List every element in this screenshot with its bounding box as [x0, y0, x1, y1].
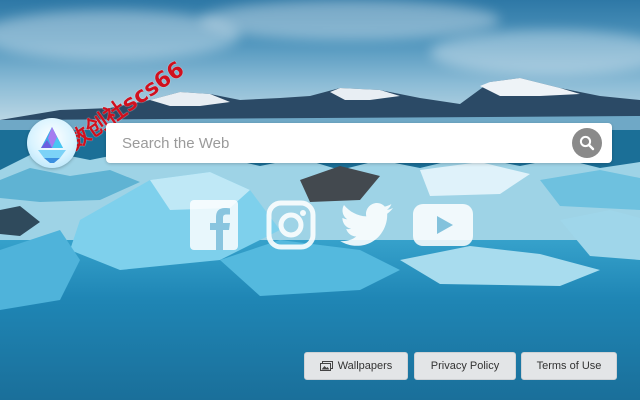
instagram-link[interactable]: [266, 200, 316, 255]
search-icon: [579, 135, 595, 151]
youtube-icon: [413, 204, 473, 246]
image-icon: [319, 361, 333, 371]
facebook-icon: [190, 200, 238, 250]
twitter-icon: [340, 203, 393, 246]
terms-of-use-button[interactable]: Terms of Use: [521, 352, 617, 380]
privacy-policy-label: Privacy Policy: [430, 360, 500, 372]
wallpapers-button[interactable]: Wallpapers: [304, 352, 408, 380]
search-button[interactable]: [572, 128, 602, 158]
search-input[interactable]: [106, 123, 566, 163]
cloud: [200, 0, 500, 40]
iceberg-logo-icon[interactable]: [27, 118, 77, 168]
social-links: [0, 200, 640, 250]
facebook-link[interactable]: [190, 200, 238, 255]
instagram-icon: [266, 200, 316, 250]
wallpapers-label: Wallpapers: [337, 360, 393, 372]
youtube-link[interactable]: [413, 204, 473, 251]
search-box: [106, 123, 612, 163]
twitter-link[interactable]: [340, 200, 394, 255]
privacy-policy-button[interactable]: Privacy Policy: [414, 352, 516, 380]
terms-of-use-label: Terms of Use: [536, 360, 602, 372]
